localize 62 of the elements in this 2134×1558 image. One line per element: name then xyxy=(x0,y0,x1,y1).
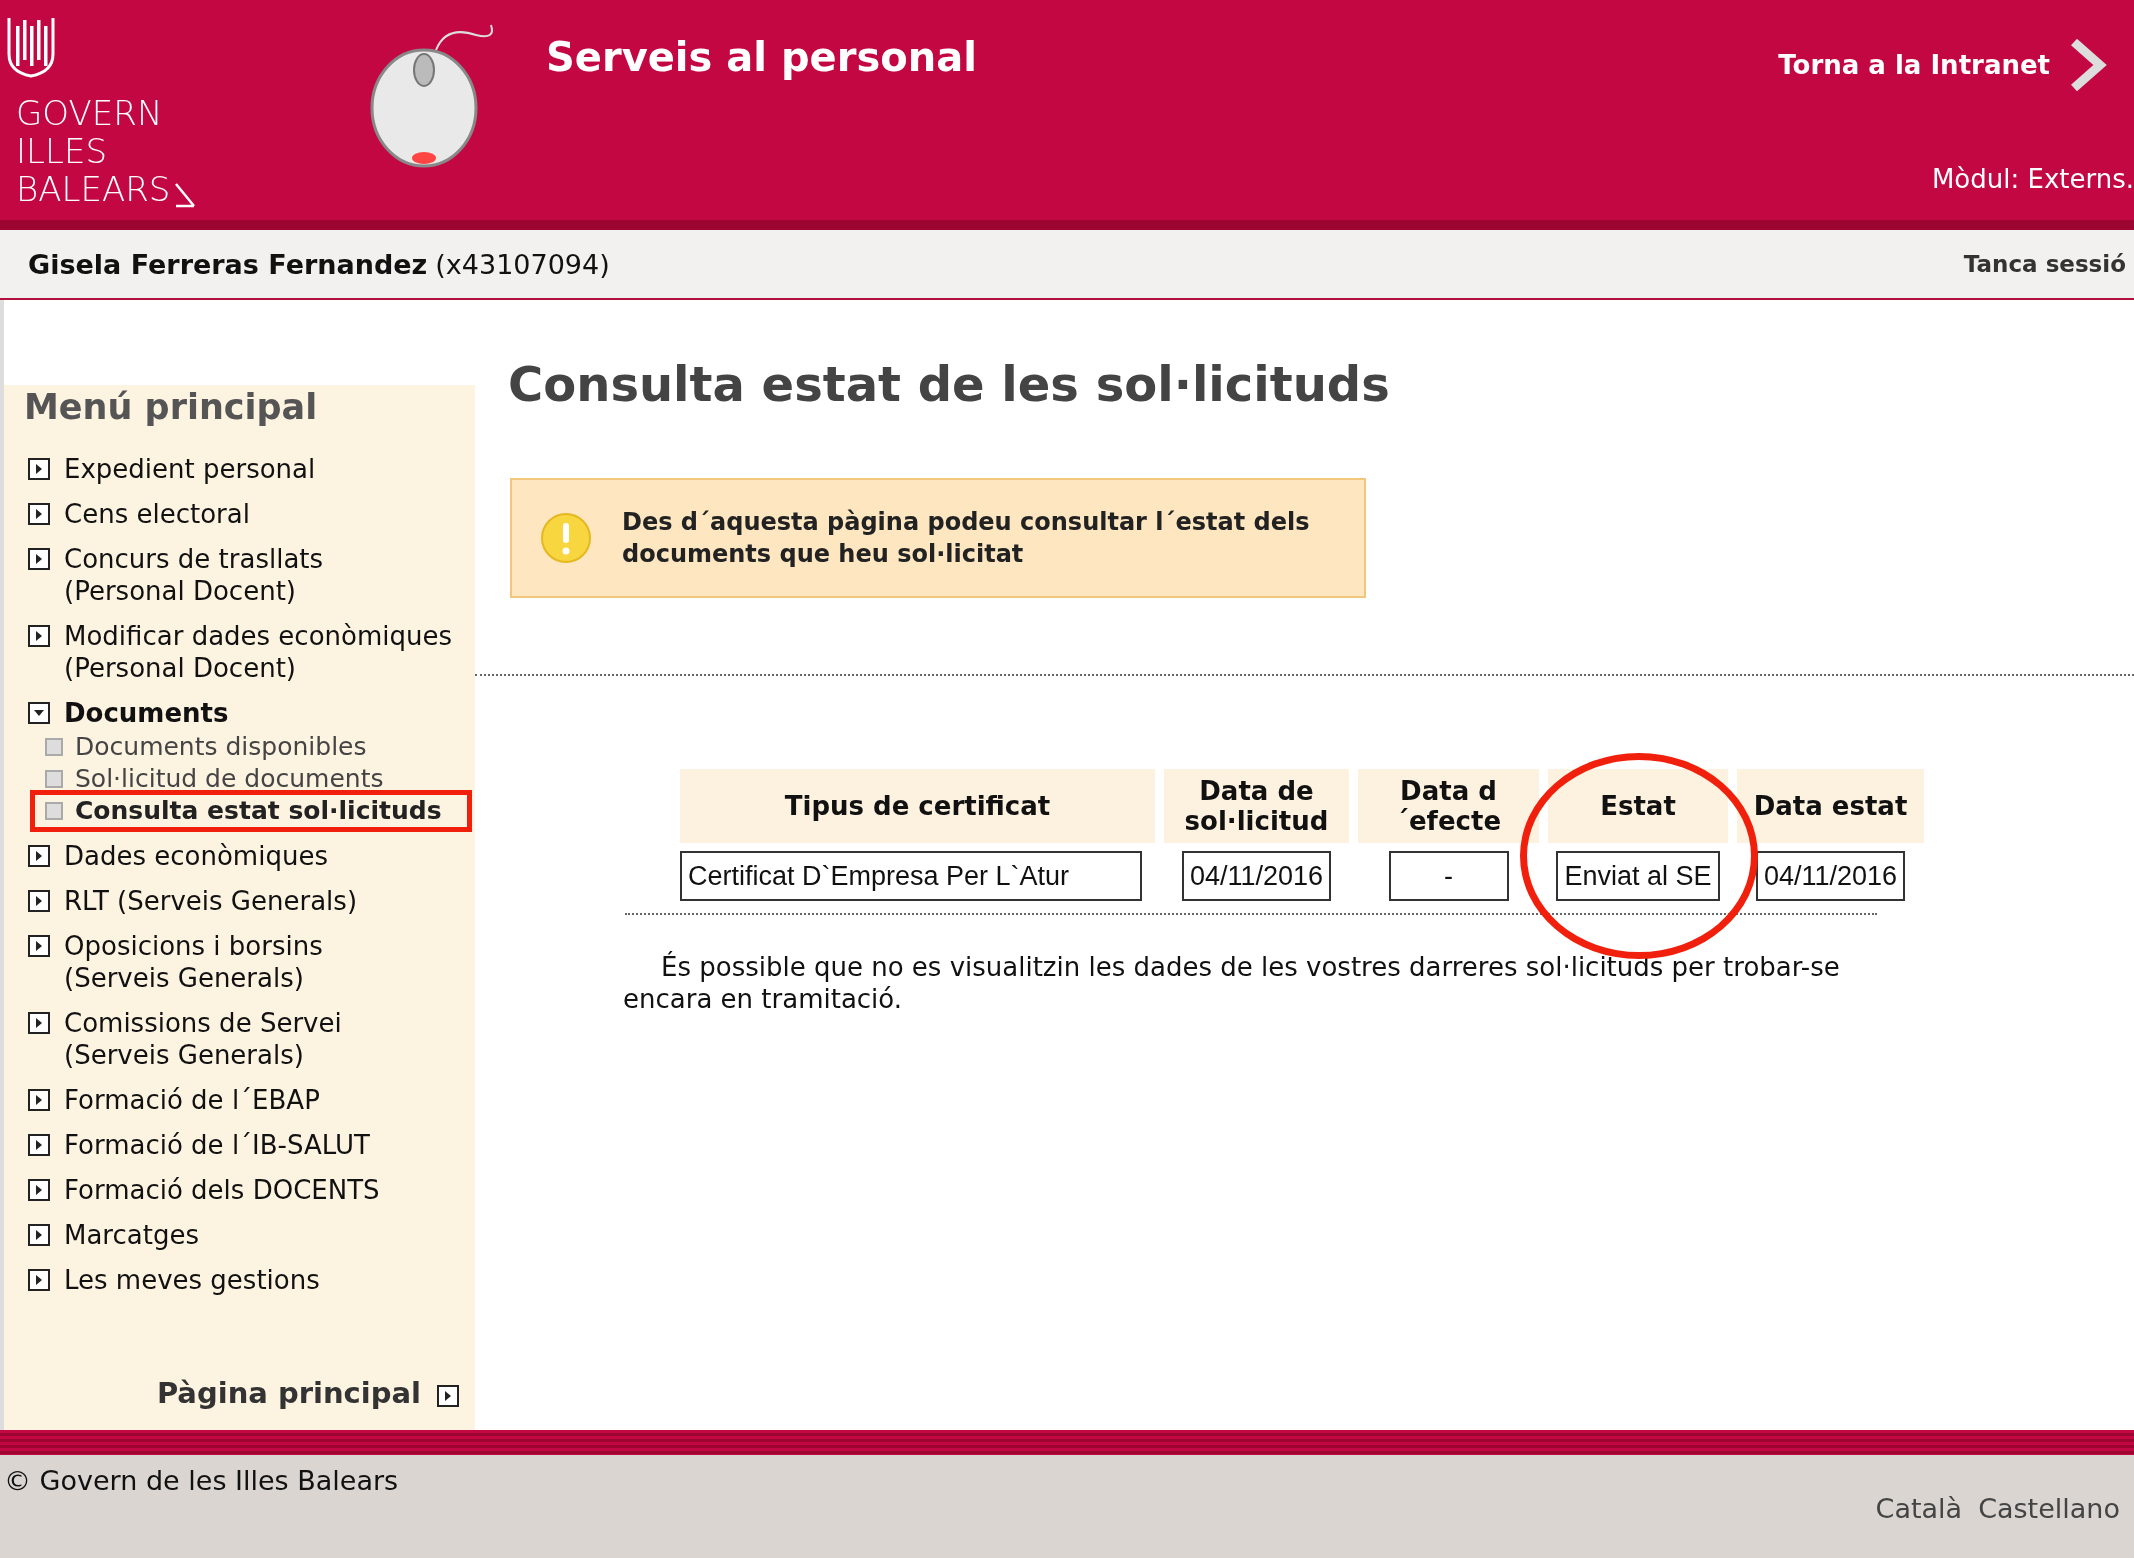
expand-icon xyxy=(437,1384,459,1407)
column-header: Data d ´efecte xyxy=(1358,769,1539,843)
back-to-intranet-link[interactable]: Torna a la Intranet xyxy=(1778,38,2108,92)
table-cell: Enviat al SE xyxy=(1556,851,1720,901)
logout-link[interactable]: Tanca sessió xyxy=(1963,251,2126,277)
expand-icon xyxy=(28,1012,50,1034)
language-link[interactable]: Castellano xyxy=(1978,1493,2120,1558)
user-id: (x43107094) xyxy=(435,248,610,280)
menu-item[interactable]: Cens electoral xyxy=(28,498,475,530)
home-page-link[interactable]: Pàgina principal xyxy=(156,1376,459,1410)
square-bullet-icon xyxy=(45,738,63,756)
expand-icon xyxy=(28,1134,50,1156)
menu-item[interactable]: Formació dels DOCENTS xyxy=(28,1174,475,1206)
logo-text: GOVERN ILLES BALEARS xyxy=(16,94,171,208)
module-label: Mòdul: Externs. xyxy=(1931,164,2134,194)
square-bullet-icon xyxy=(45,770,63,788)
expand-icon xyxy=(28,1179,50,1201)
warning-icon xyxy=(540,512,592,564)
expand-icon xyxy=(28,503,50,525)
expand-icon xyxy=(28,1224,50,1246)
expand-icon xyxy=(28,1269,50,1291)
table-cell: 04/11/2016 xyxy=(1181,851,1332,901)
column-header: Data estat xyxy=(1737,769,1924,843)
menu-item[interactable]: RLT (Serveis Generals) xyxy=(28,885,475,917)
expand-icon xyxy=(28,548,50,570)
table-cell: - xyxy=(1388,851,1509,901)
menu-item[interactable]: Formació de l´EBAP xyxy=(28,1084,475,1116)
column-header: Estat xyxy=(1548,769,1728,843)
page-title: Consulta estat de les sol·licituds xyxy=(508,356,1391,412)
menu-item[interactable]: Modificar dades econòmiques (Personal Docent) xyxy=(28,620,475,684)
menu-item[interactable]: Formació de l´IB-SALUT xyxy=(28,1129,475,1161)
note-text: És possible que no es visualitzin les dades de les vostres darreres sol·licituds per trobar-se encara en tramitació. xyxy=(623,951,1841,1015)
user-name: Gisela Ferreras Fernandez xyxy=(28,248,428,280)
notice-text: Des d´aquesta pàgina podeu consultar l´estat dels documents que heu sol·licitat xyxy=(622,507,1310,570)
menu-subitem[interactable]: Consulta estat sol·licituds xyxy=(30,790,472,832)
expand-icon xyxy=(28,458,50,480)
menu-item[interactable]: Oposicions i borsins (Serveis Generals) xyxy=(28,930,475,994)
expand-icon xyxy=(28,935,50,957)
expand-icon xyxy=(28,890,50,912)
table-cell: 04/11/2016 xyxy=(1755,851,1906,901)
language-link[interactable]: Català xyxy=(1875,1493,1963,1558)
menu-item[interactable]: Documents xyxy=(28,697,475,729)
expand-icon xyxy=(28,1089,50,1111)
menu-item[interactable]: Les meves gestions xyxy=(28,1264,475,1296)
menu-item[interactable]: Expedient personal xyxy=(28,453,475,485)
column-header: Tipus de certificat xyxy=(680,769,1155,843)
table-cell: Certificat D`Empresa Per L`Atur xyxy=(680,851,1142,901)
menu-title: Menú principal xyxy=(24,387,319,427)
chevron-right-icon xyxy=(2068,38,2108,92)
menu-subitem[interactable]: Documents disponibles xyxy=(30,726,397,768)
page-header-title: Serveis al personal xyxy=(546,34,977,82)
expand-icon xyxy=(28,625,50,647)
copyright-text: © Govern de les Illes Balears xyxy=(4,1465,399,1498)
menu-item[interactable]: Dades econòmiques xyxy=(28,840,475,872)
menu-item[interactable]: Concurs de trasllats (Personal Docent) xyxy=(28,543,475,607)
logo-slash-icon xyxy=(174,182,197,208)
square-bullet-icon xyxy=(45,802,63,820)
menu-item[interactable]: Marcatges xyxy=(28,1219,475,1251)
expand-icon xyxy=(28,845,50,867)
column-header: Data de sol·licitud xyxy=(1164,769,1349,843)
menu-item[interactable]: Comissions de Servei (Serveis Generals) xyxy=(28,1007,475,1071)
collapse-icon xyxy=(28,702,50,724)
